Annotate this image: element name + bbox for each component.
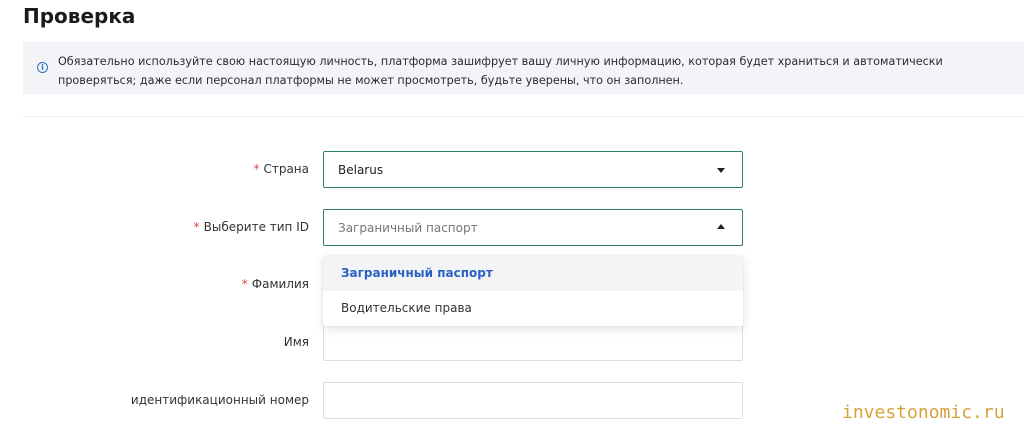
watermark: investonomic.ru [842, 402, 1005, 423]
country-label: * Страна [253, 162, 309, 176]
chevron-up-icon [717, 224, 725, 229]
dropdown-option-passport[interactable]: Заграничный паспорт [323, 256, 743, 291]
chevron-down-icon [717, 168, 725, 173]
country-value: Belarus [338, 163, 384, 177]
id-number-input[interactable] [323, 382, 743, 419]
id-number-label: идентификационный номер [130, 393, 309, 407]
id-type-label: * Выберите тип ID [193, 220, 309, 234]
name-label: Имя [283, 335, 309, 349]
info-icon: i [37, 62, 48, 73]
surname-label: * Фамилия [241, 277, 309, 291]
id-type-select[interactable]: Заграничный паспорт [323, 209, 743, 246]
divider [23, 116, 1024, 117]
name-input[interactable] [323, 324, 743, 361]
notice-text: Обязательно используйте свою настоящую л… [58, 55, 943, 87]
id-type-placeholder: Заграничный паспорт [338, 221, 478, 235]
info-notice: i Обязательно используйте свою настоящую… [23, 42, 1024, 94]
id-type-dropdown: Заграничный паспорт Водительские права [323, 256, 743, 326]
dropdown-option-driver-license[interactable]: Водительские права [323, 291, 743, 326]
country-select[interactable]: Belarus [323, 151, 743, 188]
page-title: Проверка [23, 4, 136, 28]
